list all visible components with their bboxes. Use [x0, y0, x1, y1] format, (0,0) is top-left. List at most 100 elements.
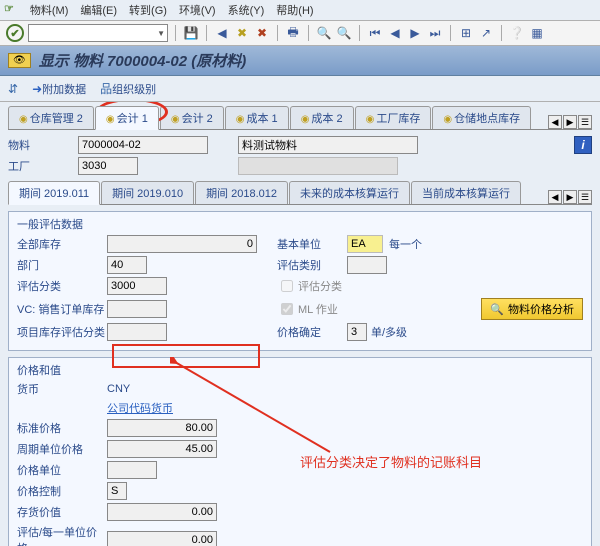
- material-desc-field[interactable]: [238, 136, 418, 154]
- std-price-label: 标准价格: [17, 420, 107, 436]
- val-class-label: 评估分类: [17, 278, 107, 294]
- org-levels-link[interactable]: 品组织级别: [100, 80, 156, 97]
- tab-icon: ◉: [236, 114, 245, 125]
- proj-stock-label: 项目库存评估分类: [17, 324, 107, 340]
- menu-env[interactable]: 环境(V): [179, 2, 216, 18]
- price-det-label: 价格确定: [277, 324, 347, 340]
- price-analysis-button[interactable]: 🔍物料价格分析: [481, 298, 583, 320]
- toolbar: ✔ ▼ 💾 ◀ ✖ ✖ 🖶 🔍 🔍 ⏮ ◀ ▶ ⏭ ⊞ ↗ ❔ ▦: [0, 21, 600, 46]
- vc-sales-field[interactable]: [107, 300, 167, 318]
- prev-page-icon[interactable]: ◀: [387, 25, 403, 41]
- ml-cb-label: ML 作业: [298, 301, 338, 317]
- tab-period-year[interactable]: 期间 2018.012: [195, 181, 288, 204]
- new-session-icon[interactable]: ⊞: [458, 25, 474, 41]
- menu-edit[interactable]: 编辑(E): [80, 2, 117, 18]
- valuation-group: 一般评估数据 全部库存 基本单位 EA 每一个 部门 评估类别 评估分类 评估分…: [8, 211, 592, 351]
- base-unit-field: EA: [347, 235, 383, 253]
- menu-goto[interactable]: 转到(G): [129, 2, 167, 18]
- layout-icon[interactable]: ▦: [529, 25, 545, 41]
- expand-icon[interactable]: ⇵: [8, 82, 18, 96]
- tab-scroll-right-icon[interactable]: ▶: [563, 115, 577, 129]
- menu-system[interactable]: 系统(Y): [228, 2, 265, 18]
- valuation-title: 一般评估数据: [17, 216, 583, 232]
- total-stock-label: 全部库存: [17, 236, 107, 252]
- company-currency-link[interactable]: 公司代码货币: [107, 400, 173, 416]
- tab-list-icon[interactable]: ☰: [578, 115, 592, 129]
- material-label: 物料: [8, 137, 78, 153]
- info-icon[interactable]: i: [574, 136, 592, 154]
- std-price-field[interactable]: [107, 419, 217, 437]
- tab-accounting1[interactable]: ◉会计 1: [95, 106, 159, 130]
- stock-val-field[interactable]: [107, 503, 217, 521]
- subtab-left-icon[interactable]: ◀: [548, 190, 562, 204]
- material-field[interactable]: [78, 136, 208, 154]
- per-price-label: 周期单位价格: [17, 441, 107, 457]
- stock-val-label: 存货价值: [17, 504, 107, 520]
- content-area: ◉仓库管理 2 ◉会计 1 ◉会计 2 ◉成本 1 ◉成本 2 ◉工厂库存 ◉仓…: [0, 102, 600, 546]
- division-label: 部门: [17, 257, 107, 273]
- additional-data-link[interactable]: ➜附加数据: [32, 81, 86, 97]
- price-unit-field[interactable]: [107, 461, 157, 479]
- price-ctrl-label: 价格控制: [17, 483, 107, 499]
- last-page-icon[interactable]: ⏭: [427, 25, 443, 41]
- subtab-list-icon[interactable]: ☰: [578, 190, 592, 204]
- ml-checkbox: [281, 303, 293, 315]
- save-icon[interactable]: 💾: [183, 25, 199, 41]
- title-bar: 👁 显示 物料 7000004-02 (原材料): [0, 46, 600, 76]
- val-cat-label: 评估类别: [277, 257, 347, 273]
- page-title: 显示 物料 7000004-02 (原材料): [39, 50, 247, 71]
- prices-title: 价格和值: [17, 362, 583, 378]
- menu-help[interactable]: 帮助(H): [276, 2, 313, 18]
- help-icon[interactable]: ❔: [509, 25, 525, 41]
- cancel-icon[interactable]: ✖: [254, 25, 270, 41]
- val-cat-field[interactable]: [347, 256, 387, 274]
- subtab-right-icon[interactable]: ▶: [563, 190, 577, 204]
- next-page-icon[interactable]: ▶: [407, 25, 423, 41]
- tab-plant-stock[interactable]: ◉工厂库存: [355, 106, 432, 129]
- tab-period-prev[interactable]: 期间 2019.010: [101, 181, 194, 204]
- menu-material[interactable]: 物料(M): [30, 2, 69, 18]
- tab-accounting2[interactable]: ◉会计 2: [160, 106, 224, 129]
- price-ctrl-field[interactable]: [107, 482, 127, 500]
- shortcut-icon[interactable]: ↗: [478, 25, 494, 41]
- currency-value: CNY: [107, 383, 159, 395]
- tab-icon: ◉: [106, 114, 115, 125]
- plant-field[interactable]: [78, 157, 138, 175]
- org-icon: 品: [100, 82, 112, 96]
- find-icon[interactable]: 🔍: [316, 25, 332, 41]
- first-page-icon[interactable]: ⏮: [367, 25, 383, 41]
- find-next-icon[interactable]: 🔍: [336, 25, 352, 41]
- command-field[interactable]: ▼: [28, 24, 168, 42]
- currency-label: 货币: [17, 381, 107, 397]
- tab-costing2[interactable]: ◉成本 2: [290, 106, 354, 129]
- price-det-field[interactable]: [347, 323, 367, 341]
- tab-costing1[interactable]: ◉成本 1: [225, 106, 289, 129]
- period-tabstrip: 期间 2019.011 期间 2019.010 期间 2018.012 未来的成…: [8, 181, 592, 205]
- base-unit-text: 每一个: [389, 236, 422, 252]
- exit-icon[interactable]: ✖: [234, 25, 250, 41]
- enter-icon[interactable]: ✔: [6, 24, 24, 42]
- val-per-unit-field[interactable]: [107, 531, 217, 546]
- plant-label: 工厂: [8, 158, 78, 174]
- tab-icon: ◉: [301, 114, 310, 125]
- tab-period-current[interactable]: 期间 2019.011: [8, 181, 100, 205]
- tab-future-costing[interactable]: 未来的成本核算运行: [289, 181, 410, 204]
- dropdown-icon: ▼: [157, 29, 165, 38]
- tab-scroll-left-icon[interactable]: ◀: [548, 115, 562, 129]
- price-unit-label: 价格单位: [17, 462, 107, 478]
- window-icon: 👁: [8, 53, 31, 68]
- total-stock-field[interactable]: [107, 235, 257, 253]
- tab-icon: ◉: [171, 114, 180, 125]
- division-field[interactable]: [107, 256, 147, 274]
- tab-sloc-stock[interactable]: ◉仓储地点库存: [432, 106, 531, 129]
- tab-icon: ◉: [443, 114, 452, 125]
- print-icon[interactable]: 🖶: [285, 25, 301, 41]
- magnifier-icon: 🔍: [490, 303, 504, 316]
- tab-wm2[interactable]: ◉仓库管理 2: [8, 106, 94, 129]
- val-class-field[interactable]: [107, 277, 167, 295]
- back-icon[interactable]: ◀: [214, 25, 230, 41]
- tab-current-costing[interactable]: 当前成本核算运行: [411, 181, 521, 204]
- per-price-field[interactable]: [107, 440, 217, 458]
- arrow-right-icon: ➜: [32, 82, 42, 96]
- proj-stock-field[interactable]: [107, 323, 167, 341]
